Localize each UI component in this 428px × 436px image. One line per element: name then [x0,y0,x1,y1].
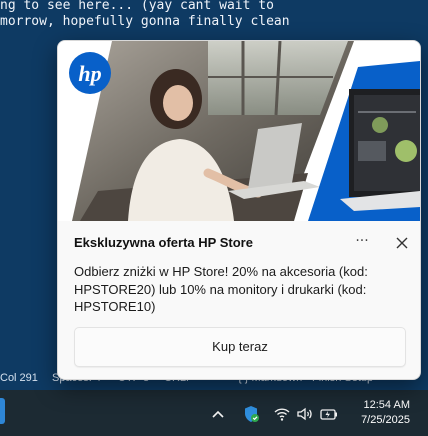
wifi-icon[interactable] [272,404,292,424]
editor-line-1[interactable]: ng to see here... (yay cant wait to [0,0,274,13]
clock-date: 7/25/2025 [361,414,410,426]
volume-icon[interactable] [295,404,315,424]
editor-line-2[interactable]: morrow, hopefully gonna finally clean [0,14,290,29]
battery-icon[interactable] [319,404,339,424]
hp-store-notification[interactable]: hp Ekskluzywna oferta HP Store ··· Odbie… [57,40,421,380]
promo-photo-illustration [72,41,420,221]
notification-title: Ekskluzywna oferta HP Store [74,235,253,250]
status-cursor-position[interactable]: Col 291 [0,372,38,384]
notification-body: Odbierz zniżki w HP Store! 20% na akceso… [74,264,368,314]
taskbar-app-indicator[interactable] [0,398,5,424]
buy-now-button[interactable]: Kup teraz [74,327,406,367]
clock-time: 12:54 AM [363,399,410,411]
security-shield-icon[interactable] [241,404,261,424]
chevron-up-icon[interactable] [208,404,228,424]
hp-logo-text: hp [78,61,101,86]
hp-logo: hp [69,52,111,94]
close-button[interactable] [390,231,414,255]
close-icon [396,237,408,249]
more-options-button[interactable]: ··· [350,231,374,255]
taskbar-clock[interactable]: 12:54 AM 7/25/2025 [361,398,410,428]
taskbar: 12:54 AM 7/25/2025 [0,390,428,436]
promo-hero-image: hp [58,41,420,221]
